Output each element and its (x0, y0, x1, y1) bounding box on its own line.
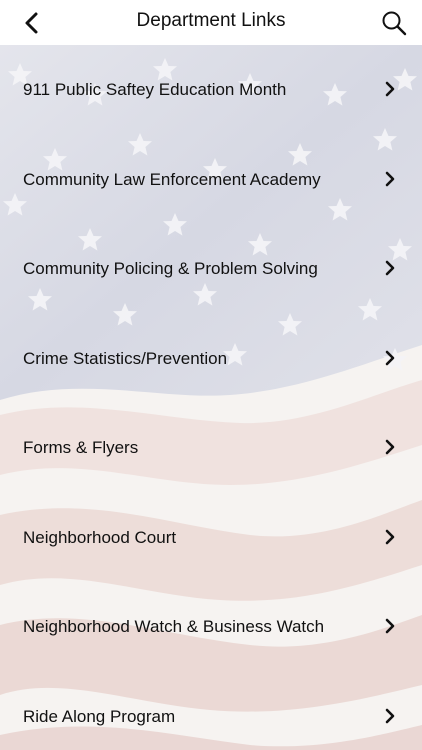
list-item-label: Community Law Enforcement Academy (23, 169, 321, 189)
department-links-screen: Department Links 911 Public Saftey Educa… (0, 0, 422, 750)
chevron-right-icon (385, 708, 395, 723)
list-item-label: Neighborhood Court (23, 527, 177, 547)
nav-header: Department Links (0, 0, 422, 45)
list-item[interactable]: Neighborhood Watch & Business Watch (0, 582, 422, 672)
search-button[interactable] (380, 9, 408, 37)
chevron-right-icon (385, 618, 395, 634)
list-item-label: Forms & Flyers (23, 438, 139, 457)
department-links-list: 911 Public Saftey Education Month Commun… (0, 45, 422, 750)
list-item[interactable]: Community Law Enforcement Academy (0, 135, 422, 225)
list-item-label: Neighborhood Watch & Business Watch (23, 617, 325, 636)
list-item[interactable]: Community Policing & Problem Solving (0, 224, 422, 314)
chevron-right-icon (385, 81, 395, 97)
list-item-label: 911 Public Saftey Education Month (23, 80, 287, 99)
chevron-right-icon (385, 350, 395, 365)
chevron-right-icon (385, 171, 395, 186)
list-item[interactable]: Crime Statistics/Prevention (0, 314, 422, 404)
list-item-label: Crime Statistics/Prevention (23, 348, 228, 368)
list-item[interactable]: 911 Public Saftey Education Month (0, 45, 422, 135)
chevron-right-icon (385, 439, 395, 455)
list-item[interactable]: Forms & Flyers (0, 403, 422, 493)
list-item-label: Community Policing & Problem Solving (23, 259, 318, 278)
page-title: Department Links (136, 10, 286, 31)
chevron-right-icon (385, 529, 395, 544)
search-icon (382, 11, 407, 36)
list-item-label: Ride Along Program (23, 706, 176, 726)
list-item[interactable]: Neighborhood Court (0, 493, 422, 583)
chevron-right-icon (385, 260, 395, 276)
list-item[interactable]: Ride Along Program (0, 672, 422, 750)
